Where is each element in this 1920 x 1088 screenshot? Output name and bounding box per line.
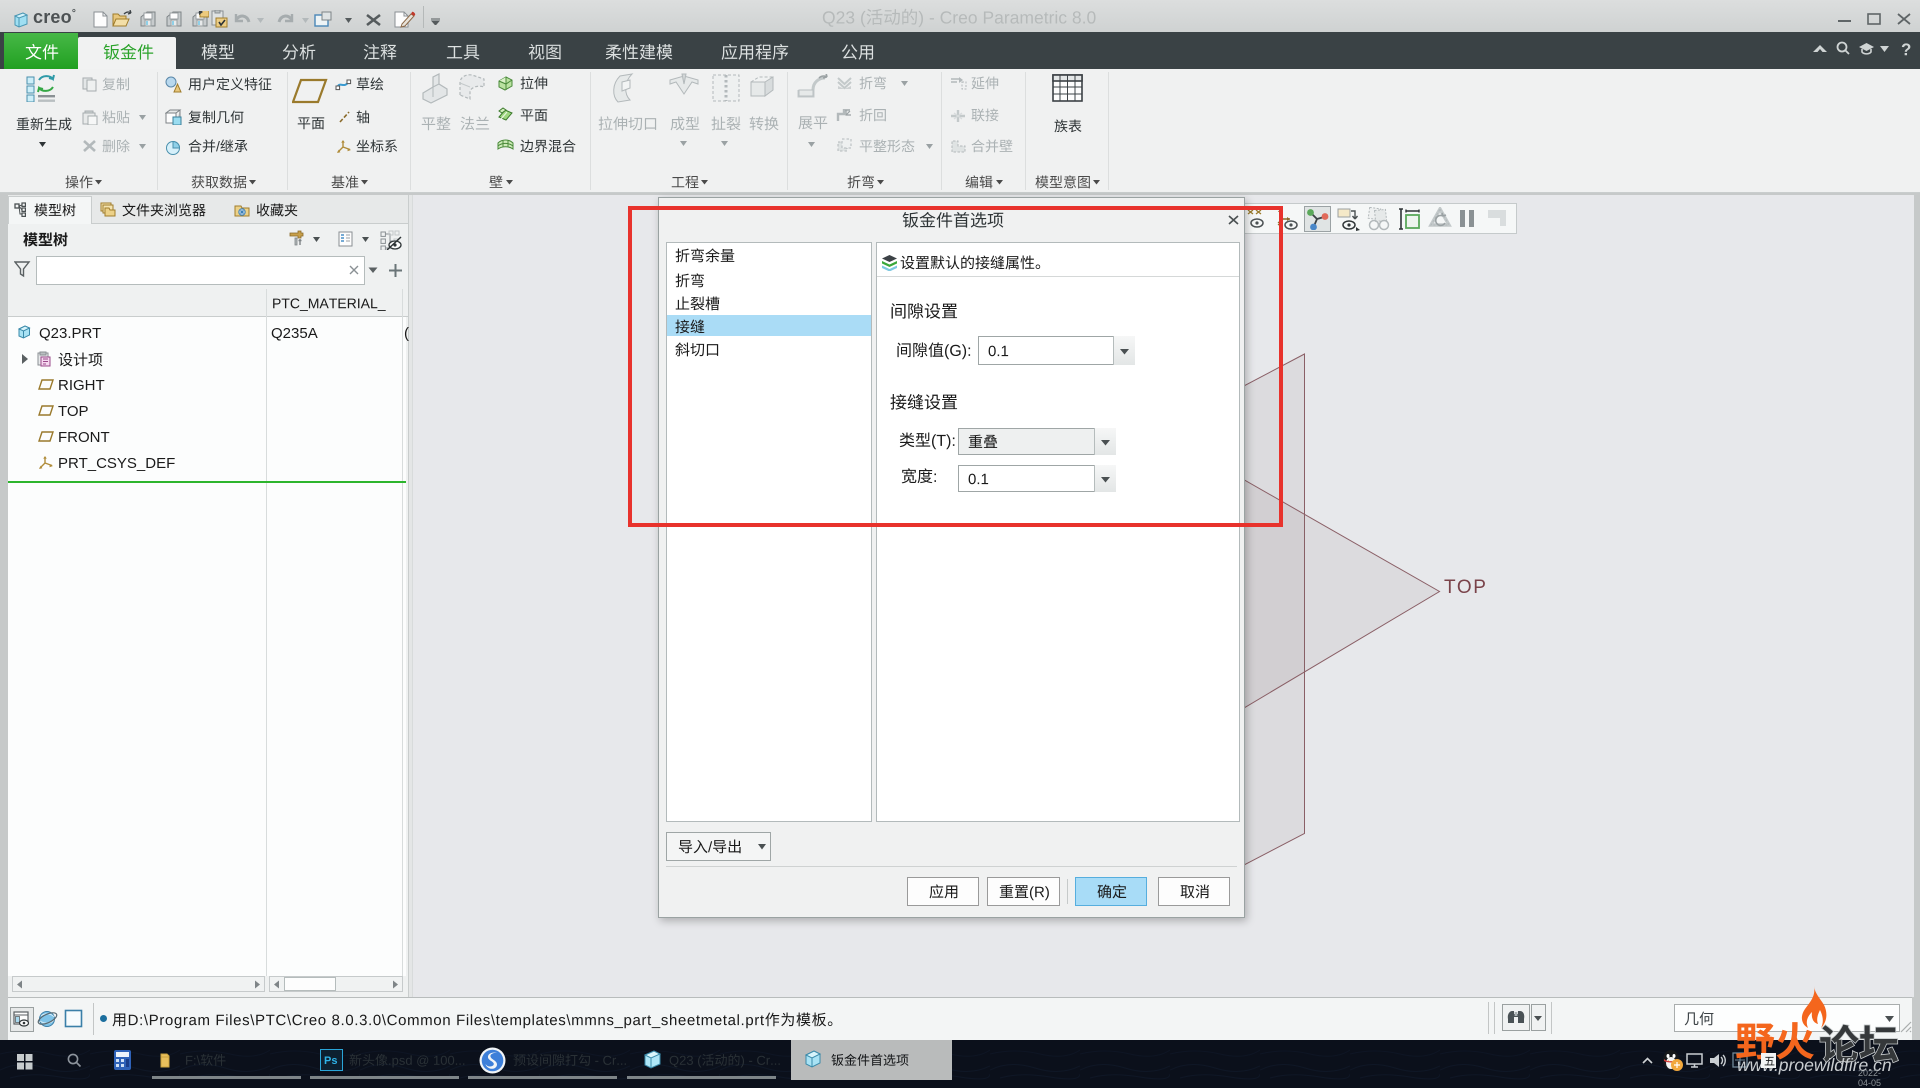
svg-text:Ps: Ps — [324, 1055, 337, 1067]
